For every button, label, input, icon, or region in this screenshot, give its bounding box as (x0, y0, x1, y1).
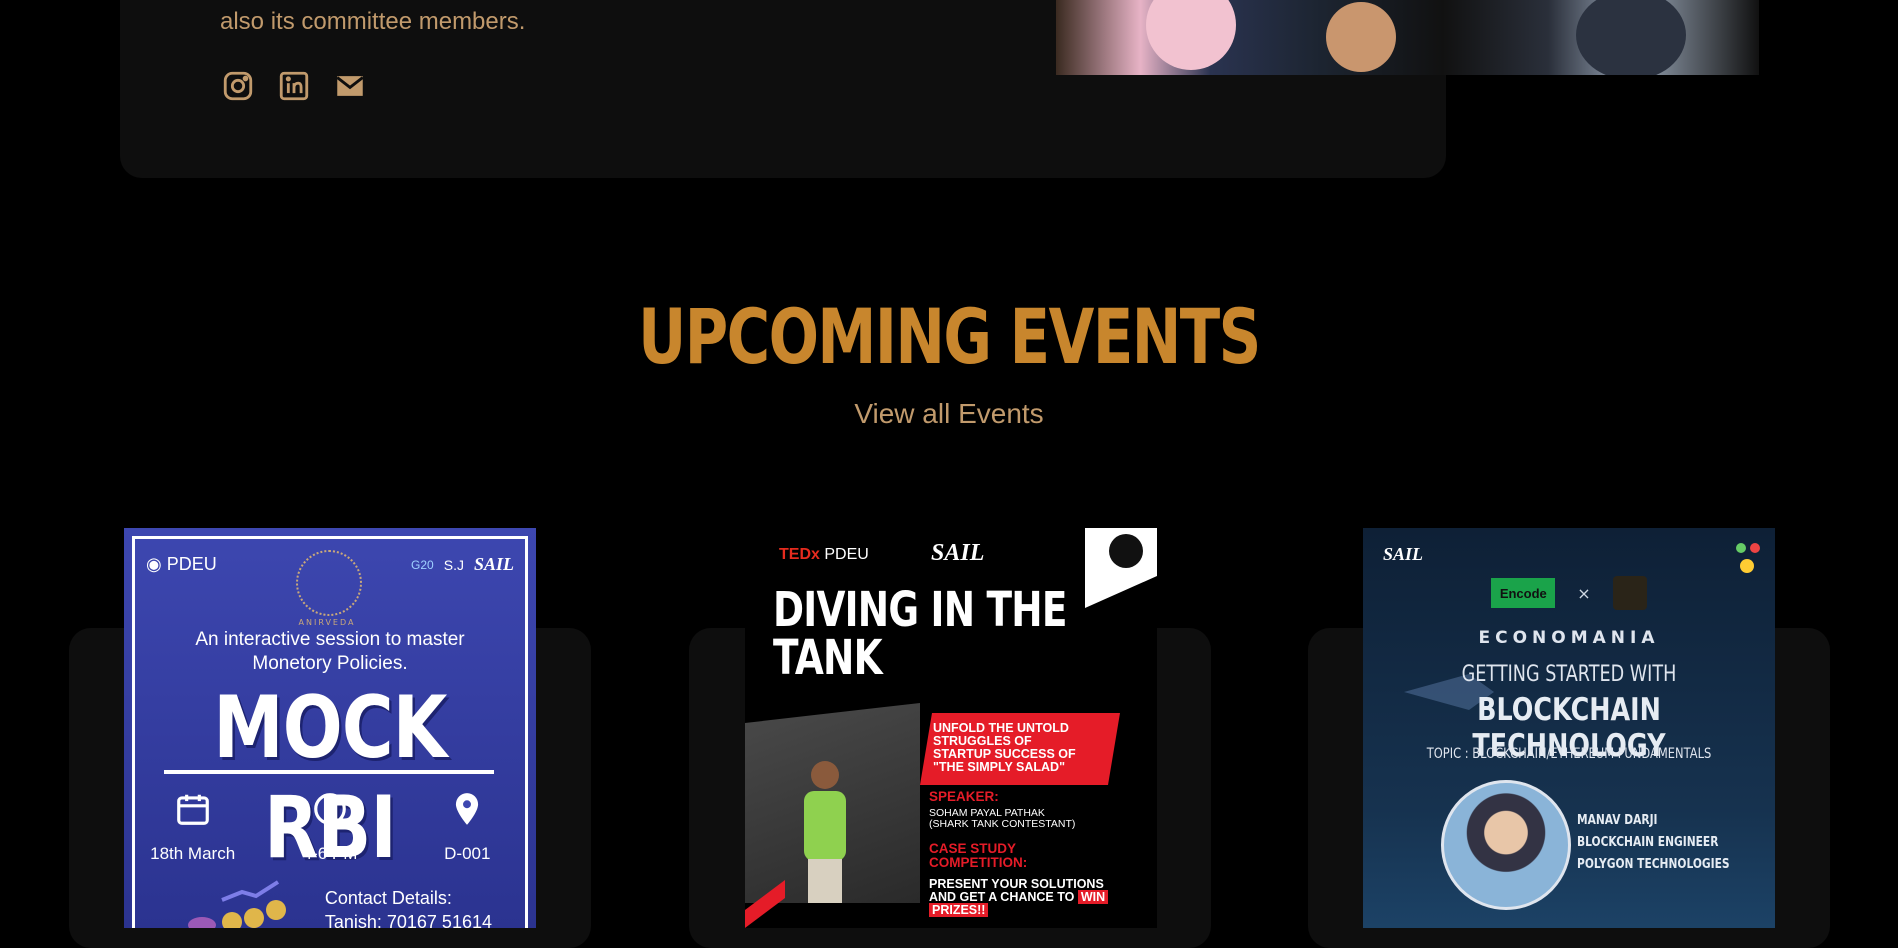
sj-logo-icon: S.J (443, 556, 464, 573)
club-seal-icon (1612, 576, 1647, 610)
event-poster-blockchain[interactable]: SAIL Encode × ECONOMANIA GETTING STARTED… (1363, 528, 1775, 928)
event-venue: D-001 (407, 790, 527, 864)
event-details: 18th March 4-6 PM D-001 (124, 790, 536, 864)
contact-details: Contact Details: Tanish: 70167 51614 (324, 888, 492, 928)
instagram-icon (223, 71, 253, 101)
case-study-label: CASE STUDY COMPETITION: (929, 841, 1028, 870)
poster-topic: TOPIC : BLOCKCHAIN/ETHEREUM FUNDAMENTALS (1426, 746, 1712, 762)
sail-logo: SAIL (473, 554, 514, 574)
sj-logo-icon (1736, 543, 1760, 573)
linkedin-icon (279, 71, 309, 101)
event-poster-mock-rbi[interactable]: ◉ PDEU G20 S.J SAIL ANIRVEDA An interact… (124, 528, 536, 928)
anirveda-seal-icon (296, 550, 362, 616)
poster-subtitle: GETTING STARTED WITH (1461, 662, 1677, 687)
speaker-label: SPEAKER: (929, 789, 999, 804)
calendar-icon (176, 794, 209, 825)
divider (164, 770, 494, 774)
mail-icon (336, 76, 364, 96)
event-date: 18th March (133, 790, 253, 864)
sail-logo: SAIL (931, 540, 985, 566)
event-poster-diving-in-the-tank[interactable]: TEDx PDEU SAIL DIVING IN THE TANK UNFOLD… (745, 528, 1157, 928)
view-all-events-link[interactable]: View all Events (0, 398, 1898, 430)
encode-logo: Encode (1491, 578, 1556, 608)
section-heading: UPCOMING EVENTS (638, 292, 1261, 381)
speaker-figure-icon (804, 761, 846, 903)
speaker-name: SOHAM PAYAL PATHAK (SHARK TANK CONTESTAN… (929, 807, 1076, 830)
tedx-logo: TEDx PDEU (779, 546, 869, 563)
event-time: 4-6 PM (270, 790, 390, 864)
seal-text: ANIRVEDA (298, 618, 356, 627)
mail-link[interactable] (332, 68, 368, 104)
partner-logos: Encode × (1363, 576, 1775, 610)
headline-text: UNFOLD THE UNTOLD STRUGGLES OF STARTUP S… (933, 721, 1076, 774)
speaker-info: MANAV DARJI BLOCKCHAIN ENGINEER POLYGON … (1577, 813, 1730, 872)
clock-icon (314, 793, 346, 825)
poster-title: DIVING IN THE TANK (773, 582, 1067, 686)
poster-subtitle: An interactive session to master Monetor… (195, 629, 465, 674)
series-title: ECONOMANIA (1478, 628, 1660, 648)
location-pin-icon (456, 793, 479, 825)
social-links (220, 68, 368, 104)
pdeu-logo: ◉ PDEU (146, 554, 217, 574)
g20-logo-icon: G20 (411, 557, 434, 572)
speaker-avatar (1441, 780, 1571, 910)
present-text: PRESENT YOUR SOLUTIONS AND GET A CHANCE … (929, 878, 1109, 917)
sail-logo: SAIL (1383, 544, 1424, 564)
team-photo (1056, 0, 1759, 75)
club-seal-icon (1109, 534, 1143, 568)
linkedin-link[interactable] (276, 68, 312, 104)
about-text: also its committee members. (220, 8, 526, 35)
instagram-link[interactable] (220, 68, 256, 104)
coins-icon (188, 880, 286, 928)
